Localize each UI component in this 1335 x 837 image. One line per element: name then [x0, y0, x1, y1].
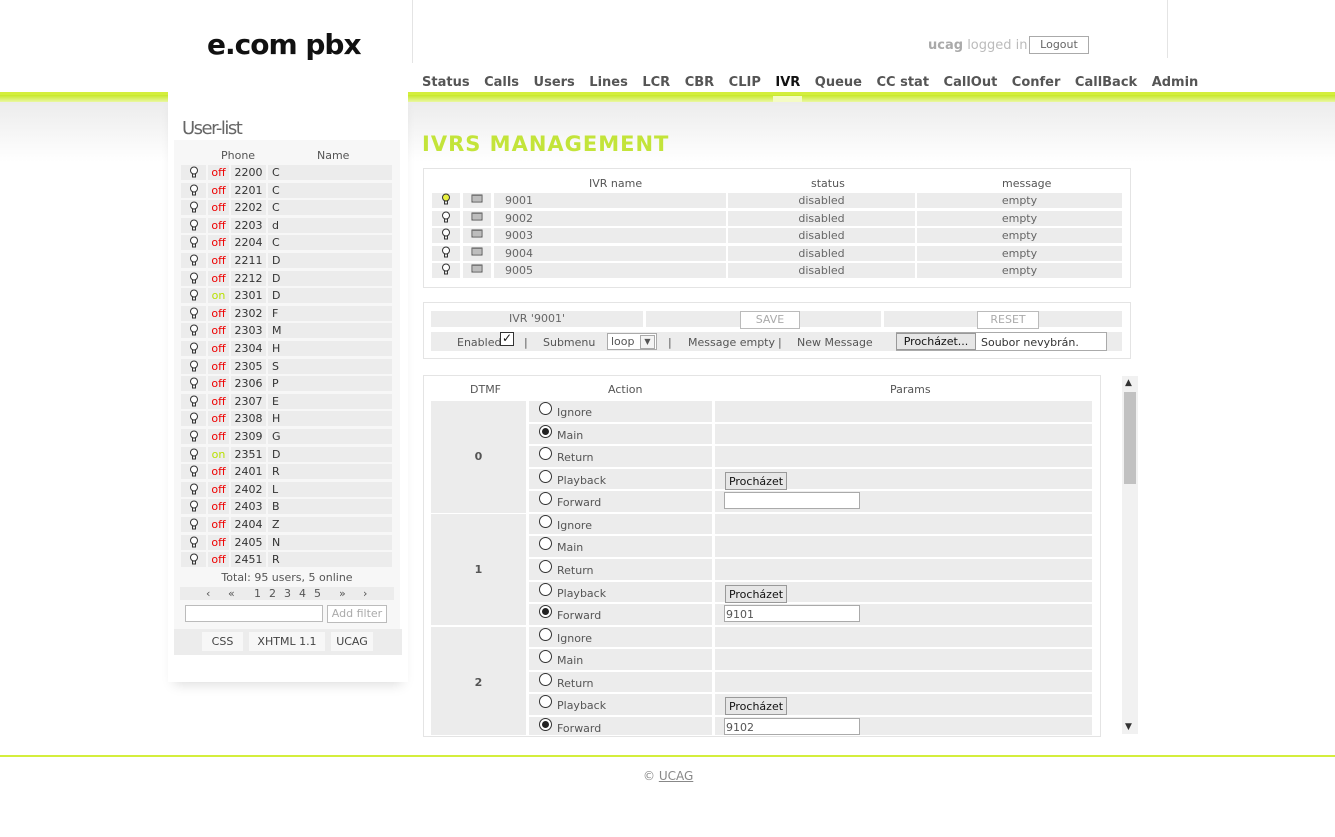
playback-browse-button[interactable]: Procházet: [725, 471, 787, 490]
action-label: Main: [557, 428, 584, 442]
action-label: Playback: [557, 473, 607, 487]
action-radio-return[interactable]: [539, 672, 552, 686]
action-radio-return[interactable]: [539, 560, 552, 573]
params-cell: [715, 536, 1092, 557]
forward-input[interactable]: 9102: [724, 718, 860, 735]
action-radio-playback[interactable]: [539, 469, 552, 483]
params-cell: [715, 513, 1092, 535]
copyright-symbol: ©: [643, 769, 655, 783]
dtmf-key: 2: [431, 626, 526, 735]
action-label: Ignore: [557, 631, 592, 645]
action-radio-playback[interactable]: [539, 582, 552, 596]
action-radio-forward[interactable]: [539, 718, 552, 731]
action-label: Main: [557, 541, 584, 555]
action-label: Return: [557, 564, 594, 577]
params-cell: [715, 401, 1092, 422]
action-label: Playback: [557, 699, 607, 713]
params-cell: [715, 559, 1092, 580]
footer: © UCAG: [643, 769, 693, 783]
action-label: Ignore: [557, 518, 592, 532]
action-radio-main[interactable]: [539, 424, 552, 438]
action-label: Forward: [557, 609, 602, 623]
scroll-down-icon[interactable]: ▼: [1125, 722, 1132, 732]
params-cell: [715, 671, 1092, 693]
action-label: Main: [557, 654, 584, 668]
playback-browse-button[interactable]: Procházet: [725, 697, 787, 716]
dtmf-key: 0: [431, 401, 526, 513]
action-label: Return: [557, 451, 594, 465]
params-cell: [715, 446, 1092, 467]
action-label: Playback: [557, 586, 607, 600]
scroll-up-icon[interactable]: ▲: [1125, 378, 1132, 388]
params-cell: [715, 626, 1092, 648]
action-radio-ignore[interactable]: [539, 514, 552, 528]
action-label: Forward: [557, 722, 602, 735]
params-cell: [715, 423, 1092, 445]
forward-input[interactable]: [724, 492, 860, 510]
footer-link[interactable]: UCAG: [659, 769, 693, 783]
scrollbar-thumb[interactable]: [1124, 392, 1136, 484]
forward-input[interactable]: 9101: [724, 605, 860, 623]
action-radio-ignore[interactable]: [539, 402, 552, 415]
playback-browse-button[interactable]: Procházet: [725, 584, 787, 603]
action-label: Return: [557, 676, 594, 690]
action-radio-ignore[interactable]: [539, 627, 552, 641]
dtmf-key: 1: [431, 513, 526, 626]
params-cell: [715, 649, 1092, 670]
action-label: Ignore: [557, 406, 592, 419]
footer-line: [0, 755, 1335, 757]
action-label: Forward: [557, 496, 602, 510]
